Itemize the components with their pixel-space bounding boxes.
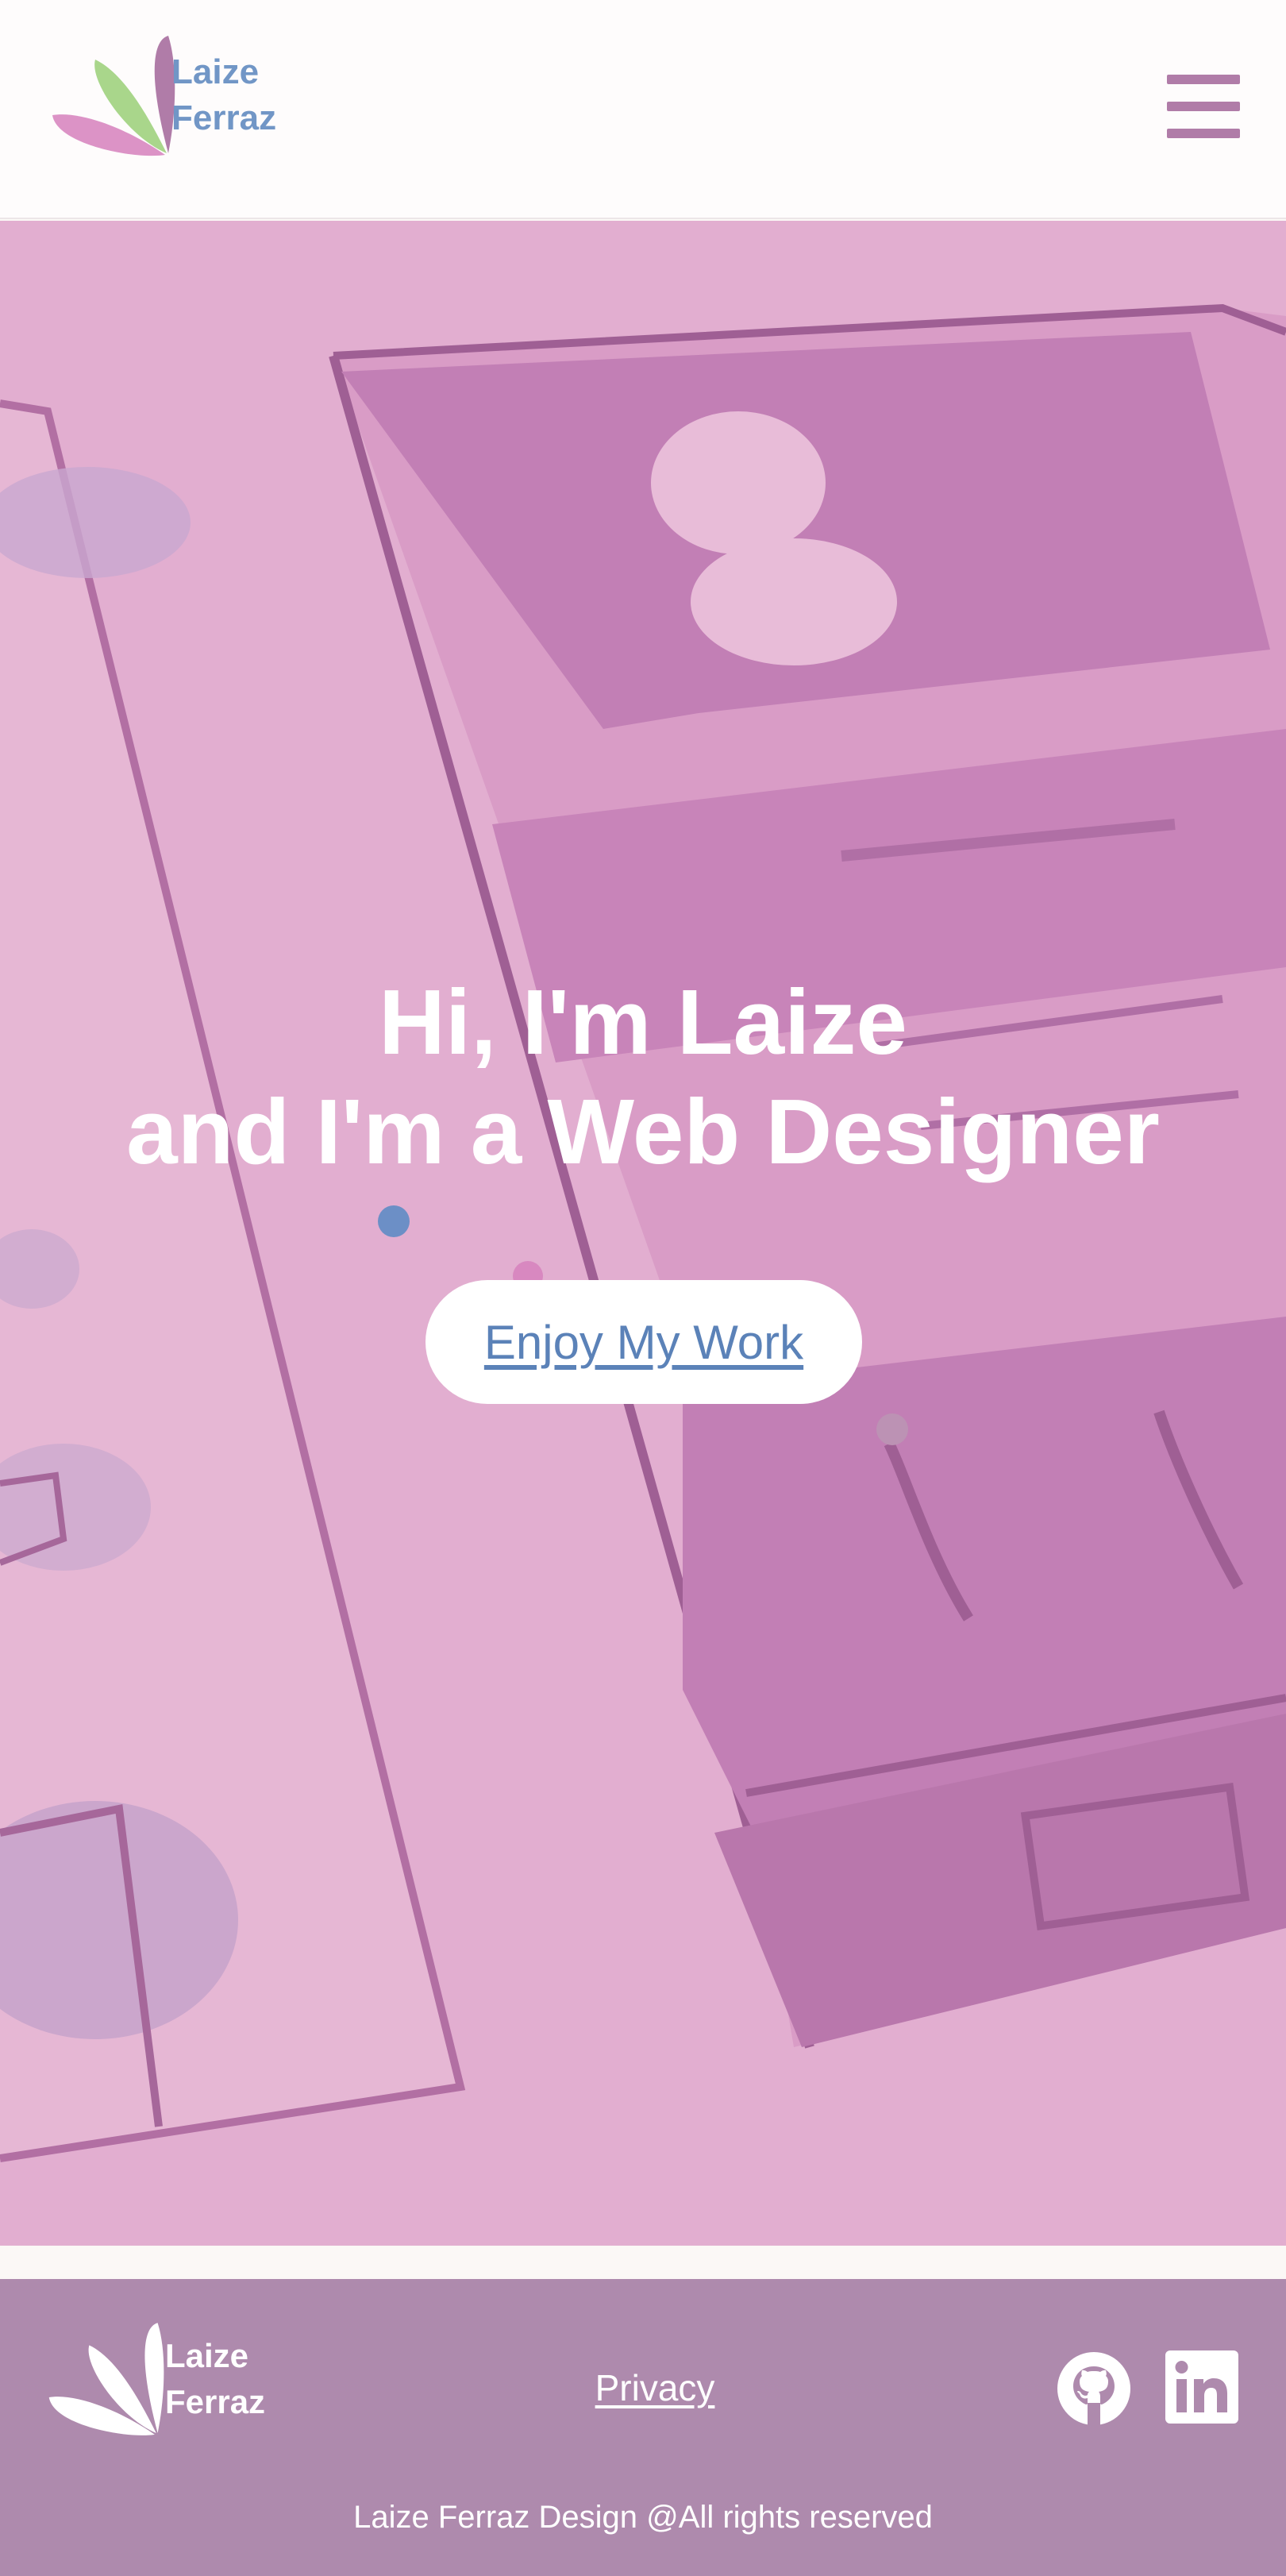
hero-background-image	[0, 221, 1286, 2246]
hero-headline: Hi, I'm Laize and I'm a Web Designer	[0, 967, 1286, 1186]
hero-title-line2: and I'm a Web Designer	[126, 1080, 1160, 1183]
footer-logo-line2: Ferraz	[165, 2383, 266, 2420]
decorative-dot	[378, 1205, 410, 1237]
logo-line1: Laize	[171, 52, 260, 91]
menu-bar	[1167, 102, 1240, 111]
hero-section: Hi, I'm Laize and I'm a Web Designer Enj…	[0, 221, 1286, 2246]
hero-title-line1: Hi, I'm Laize	[379, 970, 907, 1074]
site-footer: Laize Ferraz Privacy Laize Ferraz Design…	[0, 2279, 1286, 2576]
enjoy-my-work-button[interactable]: Enjoy My Work	[425, 1280, 862, 1404]
fan-leaves-logo-icon	[52, 35, 175, 156]
menu-bar	[1167, 129, 1240, 138]
hamburger-menu-icon[interactable]	[1167, 75, 1240, 140]
footer-logo[interactable]: Laize Ferraz	[46, 2316, 284, 2443]
site-header: Laize Ferraz	[0, 0, 1286, 219]
header-logo[interactable]: Laize Ferraz	[49, 32, 303, 159]
linkedin-icon[interactable]	[1165, 2350, 1238, 2424]
copyright-text: Laize Ferraz Design @All rights reserved	[353, 2500, 933, 2535]
footer-logo-wordmark: Laize Ferraz	[165, 2333, 265, 2425]
privacy-link[interactable]: Privacy	[556, 2366, 754, 2409]
logo-line2: Ferraz	[171, 98, 277, 137]
github-icon[interactable]	[1056, 2350, 1132, 2427]
decorative-dot	[876, 1413, 908, 1445]
footer-logo-line1: Laize	[165, 2337, 249, 2374]
fan-leaves-logo-icon	[48, 2323, 164, 2435]
menu-bar	[1167, 75, 1240, 84]
logo-wordmark: Laize Ferraz	[171, 49, 276, 141]
